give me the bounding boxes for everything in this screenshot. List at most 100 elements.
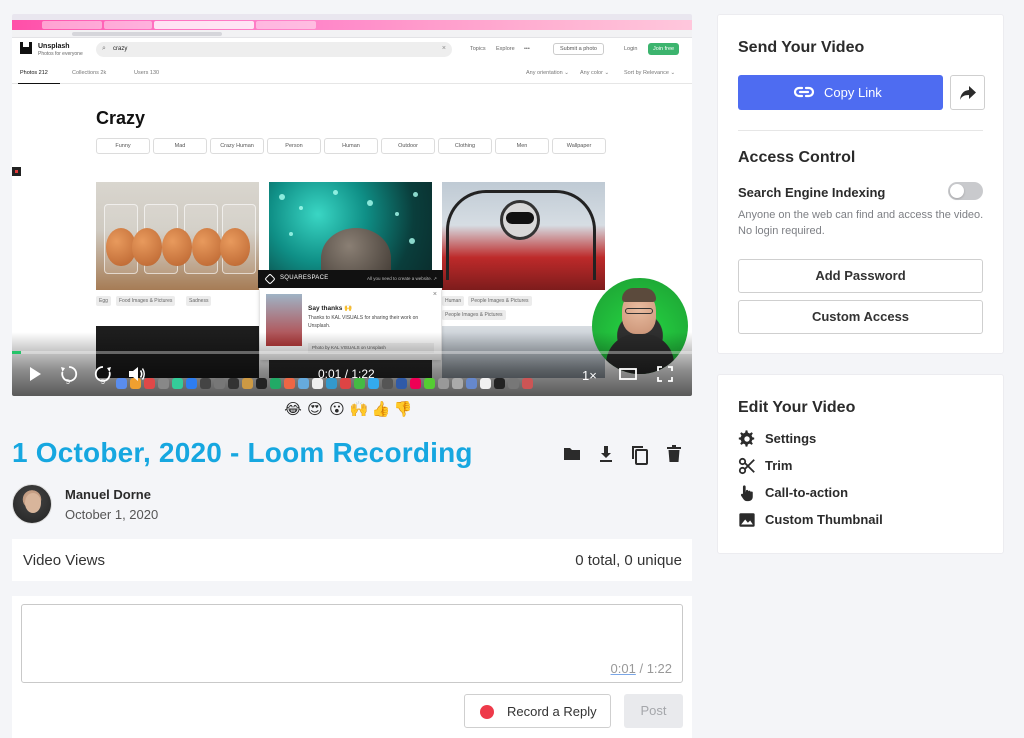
views-label: Video Views <box>23 552 106 569</box>
tag: Human <box>442 296 465 306</box>
edit-video-card: Edit Your Video Settings Trim Call-to-ac… <box>717 374 1004 554</box>
popup-title: Say thanks 🙌 <box>308 305 353 312</box>
recorded-address-bar <box>12 30 692 38</box>
gear-icon <box>738 430 755 447</box>
subnav-users: Users 130 <box>134 70 160 76</box>
pointer-hand-icon <box>740 485 753 502</box>
recorded-search-bar: ⌕ crazy × <box>96 42 452 57</box>
play-icon[interactable] <box>26 366 44 387</box>
post-button[interactable]: Post <box>624 694 683 728</box>
comment-current-time[interactable]: 0:01 <box>611 661 636 676</box>
chip: Human <box>324 138 378 154</box>
theater-mode-icon[interactable] <box>618 367 638 386</box>
tag: People Images & Pictures <box>468 296 532 306</box>
tag: Sadness <box>186 296 212 306</box>
edit-settings-label: Settings <box>765 431 817 446</box>
filter-orientation: Any orientation ⌄ <box>526 70 569 76</box>
reaction-raised-hands[interactable]: 🙌 <box>348 400 370 420</box>
progress-fill <box>12 351 21 354</box>
photo-buggy-ride <box>442 182 605 290</box>
rewind-5-icon[interactable]: 5 <box>58 364 80 389</box>
add-password-button[interactable]: Add Password <box>738 259 983 293</box>
share-button[interactable] <box>950 75 985 110</box>
edit-heading: Edit Your Video <box>738 399 856 416</box>
indexing-label: Search Engine Indexing <box>738 185 886 200</box>
access-heading: Access Control <box>738 149 856 166</box>
reaction-thumbs-down[interactable]: 👎 <box>392 400 414 420</box>
custom-access-button[interactable]: Custom Access <box>738 300 983 334</box>
edit-thumbnail-label: Custom Thumbnail <box>765 512 883 527</box>
comment-input[interactable]: 0:01 / 1:22 <box>21 604 683 683</box>
playback-speed[interactable]: 1× <box>582 368 597 383</box>
recorded-site-header: Unsplash Photos for everyone ⌕ crazy × T… <box>12 38 692 64</box>
forward-5-icon[interactable]: 5 <box>92 364 114 389</box>
edit-trim-label: Trim <box>765 458 793 473</box>
tag: Food Images & Pictures <box>116 296 176 306</box>
time-display: 0:01 / 1:22 <box>318 367 375 381</box>
fullscreen-icon[interactable] <box>655 366 675 387</box>
sponsor-bar: SQUARESPACE All you need to create a web… <box>258 270 443 288</box>
send-heading: Send Your Video <box>738 39 865 56</box>
site-login: Login <box>624 46 638 52</box>
edit-cta-label: Call-to-action <box>765 485 849 500</box>
clear-icon: × <box>441 45 446 52</box>
sponsor-message: All you need to create a website. ↗ <box>366 276 437 281</box>
close-icon: × <box>432 291 437 298</box>
comment-panel: 0:01 / 1:22 Record a Reply Post <box>12 596 692 738</box>
link-icon <box>793 86 815 98</box>
divider <box>738 130 983 131</box>
site-brand: Unsplash <box>38 43 70 50</box>
recorded-browser-tabs <box>12 20 692 30</box>
download-icon[interactable] <box>596 444 618 466</box>
record-reply-button[interactable]: Record a Reply <box>464 694 611 728</box>
folder-icon[interactable] <box>562 444 584 466</box>
chip: Men <box>495 138 549 154</box>
reaction-laugh[interactable]: 😂 <box>282 400 304 420</box>
indexing-toggle[interactable] <box>948 182 983 200</box>
chip: Crazy Human <box>210 138 264 154</box>
avatar[interactable] <box>12 484 52 524</box>
tag: Egg <box>96 296 111 306</box>
site-nav-topics: Topics <box>470 46 486 52</box>
share-arrow-icon <box>960 86 976 100</box>
search-icon: ⌕ <box>102 45 106 52</box>
comment-duration: / 1:22 <box>635 661 672 676</box>
chip: Outdoor <box>381 138 435 154</box>
chip: Funny <box>96 138 150 154</box>
volume-icon[interactable] <box>127 366 147 387</box>
reaction-wow[interactable]: 😮 <box>326 400 348 420</box>
recorded-subnav: Photos 212 Collections 2k Users 130 Any … <box>12 64 692 84</box>
recording-date: October 1, 2020 <box>65 507 159 522</box>
popup-body: Thanks to KAL VISUALS for sharing their … <box>308 315 419 329</box>
filter-color: Any color ⌄ <box>580 70 610 76</box>
chip: Clothing <box>438 138 492 154</box>
record-indicator-icon <box>12 167 21 176</box>
trash-icon[interactable] <box>664 444 686 466</box>
author-name: Manuel Dorne <box>65 487 151 502</box>
video-player[interactable]: Unsplash Photos for everyone ⌕ crazy × T… <box>12 14 692 396</box>
copy-link-label: Copy Link <box>824 85 882 100</box>
video-title: 1 October, 2020 - Loom Recording <box>12 437 473 468</box>
copy-icon[interactable] <box>630 444 652 466</box>
indexing-help: Anyone on the web can find and access th… <box>738 209 984 237</box>
chip: Person <box>267 138 321 154</box>
results-title: Crazy <box>96 108 146 128</box>
image-icon <box>739 513 755 527</box>
progress-bar[interactable] <box>12 351 692 354</box>
chip: Mad <box>153 138 207 154</box>
toggle-knob <box>950 184 964 198</box>
squarespace-logo-icon <box>264 273 276 285</box>
subnav-photos: Photos 212 <box>20 70 48 76</box>
search-query: crazy <box>113 46 128 52</box>
send-video-card: Send Your Video Copy Link Access Control… <box>717 14 1004 354</box>
photo-eggs <box>96 182 259 290</box>
sponsor-name: SQUARESPACE <box>280 275 329 281</box>
scissors-icon <box>738 457 755 475</box>
copy-link-button[interactable]: Copy Link <box>738 75 943 110</box>
tag: People Images & Pictures <box>442 310 506 320</box>
forward-seconds: 5 <box>101 379 105 386</box>
reaction-thumbs-up[interactable]: 👍 <box>370 400 392 420</box>
reaction-love[interactable]: 😍 <box>304 400 326 420</box>
views-count: 0 total, 0 unique <box>575 552 682 569</box>
comment-timestamp[interactable]: 0:01 / 1:22 <box>611 661 672 676</box>
